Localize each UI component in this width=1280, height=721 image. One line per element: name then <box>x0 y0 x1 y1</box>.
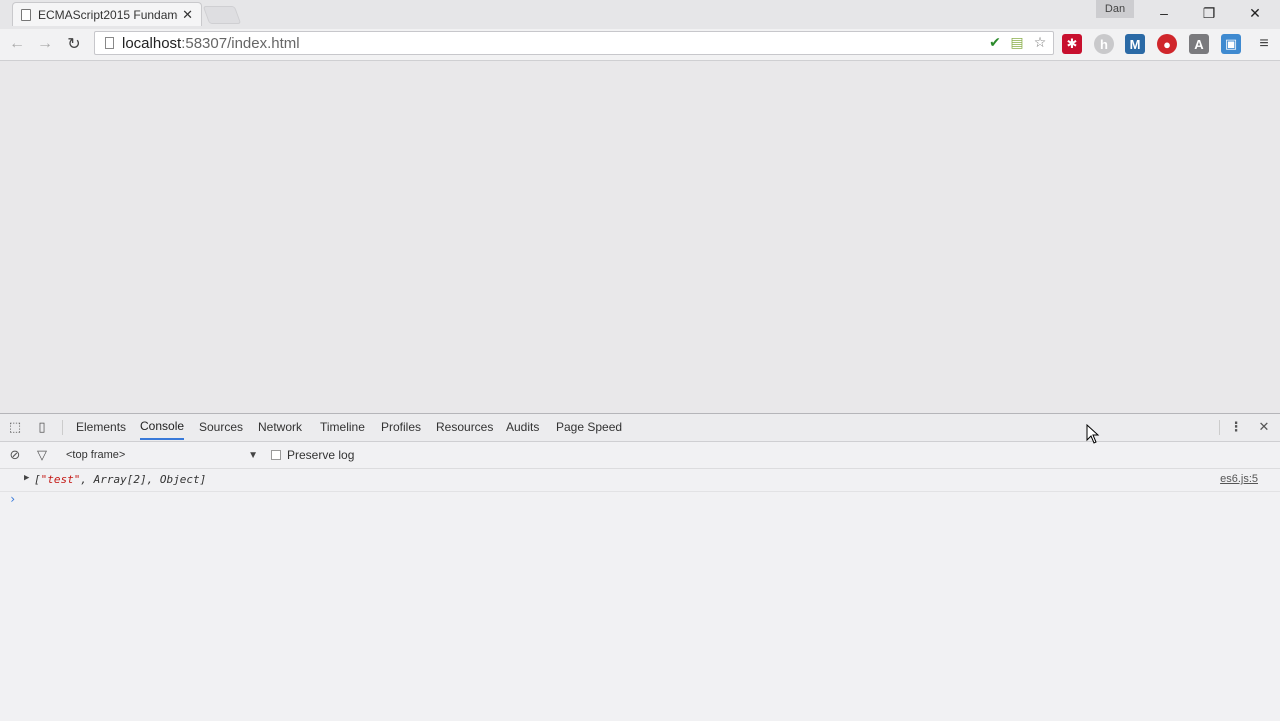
minimize-button[interactable]: – <box>1149 4 1179 22</box>
console-message-text[interactable]: ["test", Array[2], Object] <box>34 473 206 486</box>
extension-angular-icon[interactable]: A <box>1189 34 1209 54</box>
device-mode-icon[interactable]: ▯ <box>34 419 50 435</box>
preserve-log-label: Preserve log <box>287 448 355 462</box>
console-toolbar: ⊘ ▽ <top frame> ▼ Preserve log <box>0 442 1280 469</box>
url-path: :58307/index.html <box>181 34 300 52</box>
tab-close-icon[interactable]: ✕ <box>182 7 193 23</box>
browser-toolbar: ← → ↻ localhost:58307/index.html ✔ ▤ ☆ ✱… <box>0 29 1280 61</box>
preserve-log-checkbox[interactable]: Preserve log <box>271 447 354 463</box>
tab-console[interactable]: Console <box>140 414 185 440</box>
forward-button[interactable]: → <box>34 33 56 55</box>
tab-page-speed[interactable]: Page Speed <box>556 414 622 440</box>
restore-button[interactable]: ❐ <box>1194 4 1224 22</box>
url-host: localhost <box>122 34 182 52</box>
frame-select-value: <top frame> <box>66 449 126 461</box>
tab-elements[interactable]: Elements <box>76 414 126 440</box>
tab-timeline[interactable]: Timeline <box>320 414 365 440</box>
page-info-icon[interactable] <box>105 37 114 49</box>
close-devtools-icon[interactable]: ✕ <box>1256 419 1272 435</box>
extension-stop-icon[interactable]: ● <box>1157 34 1177 54</box>
menu-icon[interactable]: ≡ <box>1253 33 1275 55</box>
title-bar: ECMAScript2015 Fundame ✕ Dan – ❐ ✕ <box>0 0 1280 29</box>
inspect-element-icon[interactable]: ⬚ <box>7 419 23 435</box>
checkmark-icon[interactable]: ✔ <box>986 33 1004 51</box>
checkbox-box[interactable] <box>271 450 281 460</box>
divider <box>62 420 63 435</box>
clear-console-icon[interactable]: ⊘ <box>7 447 23 463</box>
tab-audits[interactable]: Audits <box>506 414 539 440</box>
tab-resources[interactable]: Resources <box>436 414 493 440</box>
filter-icon[interactable]: ▽ <box>34 447 50 463</box>
message-prefix: [ <box>34 473 41 486</box>
frame-select[interactable]: <top frame> ▼ <box>66 447 262 463</box>
tab-sources[interactable]: Sources <box>199 414 243 440</box>
extension-red-icon[interactable]: ✱ <box>1062 34 1082 54</box>
page-action-icon[interactable]: ▤ <box>1008 33 1026 51</box>
reload-button[interactable]: ↻ <box>63 33 85 55</box>
star-icon[interactable]: ☆ <box>1031 33 1049 51</box>
back-button[interactable]: ← <box>6 33 28 55</box>
devtools-panel: ⬚ ▯ Elements Console Sources Network Tim… <box>0 413 1280 721</box>
divider <box>1219 420 1220 435</box>
close-window-button[interactable]: ✕ <box>1240 4 1270 22</box>
tab-title: ECMAScript2015 Fundame <box>38 7 179 22</box>
message-rest: , Array[2], Object] <box>80 473 207 486</box>
message-string: "test" <box>40 473 81 486</box>
new-tab-button[interactable] <box>202 6 242 24</box>
console-prompt[interactable]: › <box>9 492 16 506</box>
extension-m-icon[interactable]: M <box>1125 34 1145 54</box>
profile-badge[interactable]: Dan <box>1096 0 1134 18</box>
page-icon <box>21 8 31 21</box>
extension-gray-icon[interactable]: h <box>1094 34 1114 54</box>
more-options-icon[interactable]: ⋮ <box>1228 419 1244 435</box>
browser-tab[interactable]: ECMAScript2015 Fundame ✕ <box>12 2 202 26</box>
expand-triangle-icon[interactable]: ▶ <box>24 473 29 483</box>
dropdown-arrow-icon: ▼ <box>248 449 258 461</box>
console-source-link[interactable]: es6.js:5 <box>1220 473 1258 485</box>
tab-network[interactable]: Network <box>258 414 302 440</box>
mouse-cursor-icon <box>1086 424 1100 444</box>
tab-profiles[interactable]: Profiles <box>381 414 421 440</box>
console-message: ▶ ["test", Array[2], Object] es6.js:5 <box>0 469 1280 492</box>
page-content <box>0 61 1280 412</box>
address-url[interactable]: localhost:58307/index.html <box>122 35 300 52</box>
extension-monitor-icon[interactable]: ▣ <box>1221 34 1241 54</box>
address-bar[interactable]: localhost:58307/index.html <box>94 31 1054 55</box>
